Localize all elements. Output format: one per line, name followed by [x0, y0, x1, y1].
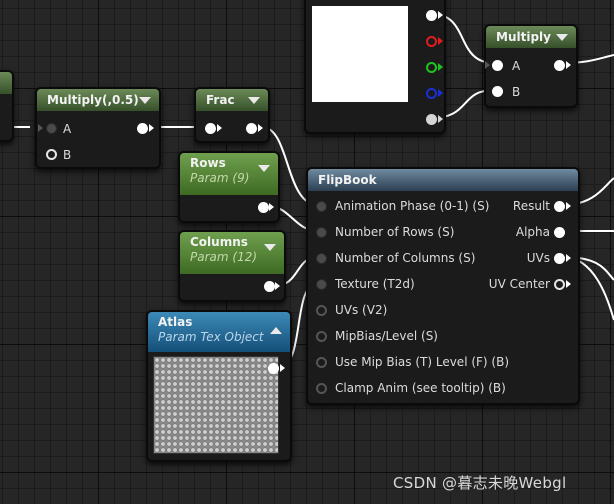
node-texture-sample[interactable] — [304, 0, 446, 134]
pin-output[interactable] — [268, 363, 279, 374]
pin-input-animation-phase[interactable] — [316, 201, 327, 212]
pin-output-a[interactable] — [426, 114, 437, 125]
node-param-atlas[interactable]: Atlas Param Tex Object — [146, 310, 292, 462]
input-label: MipBias/Level (S) — [335, 329, 438, 343]
output-label: UV Center — [488, 277, 550, 291]
pin-output-uvs[interactable] — [554, 253, 565, 264]
output-arrow-icon — [258, 124, 263, 132]
node-offscreen-left[interactable] — [0, 70, 14, 142]
pin-output[interactable] — [246, 123, 257, 134]
pin-input-texture[interactable] — [316, 279, 327, 290]
watermark-text: CSDN @暮志未晚Webgl — [393, 474, 567, 492]
output-arrow-icon — [438, 63, 443, 71]
pin-input-use-mip-bias[interactable] — [316, 357, 327, 368]
pin-output-uv-center[interactable] — [554, 279, 565, 290]
pin-label-a: A — [512, 59, 521, 73]
input-arrow-icon — [38, 124, 43, 132]
texture-preview-image — [153, 356, 279, 454]
collapse-arrow-icon[interactable] — [258, 165, 270, 172]
node-frac-header[interactable]: Frac — [196, 89, 268, 111]
input-label: Clamp Anim (see tooltip) (B) — [335, 381, 506, 395]
collapse-arrow-icon[interactable] — [264, 244, 276, 251]
node-param-columns[interactable]: Columns Param (12) — [178, 230, 286, 302]
node-multiply-header[interactable]: Multiply — [486, 26, 576, 48]
collapse-arrow-icon[interactable] — [270, 327, 282, 334]
collapse-arrow-icon[interactable] — [556, 34, 568, 41]
output-arrow-icon — [438, 11, 443, 19]
node-subtitle: Param (9) — [190, 171, 250, 185]
node-title: Multiply(,0.5) — [47, 93, 139, 107]
pin-input-a[interactable] — [492, 60, 503, 71]
node-flipbook[interactable]: FlipBook Animation Phase (0-1) (S) Numbe… — [306, 167, 580, 405]
node-offscreen-left-header — [0, 72, 12, 94]
output-label: Alpha — [515, 225, 550, 239]
pin-label-a: A — [63, 122, 72, 136]
pin-output-g[interactable] — [426, 62, 437, 73]
node-frac[interactable]: Frac — [194, 87, 270, 143]
input-arrow-icon — [485, 61, 490, 69]
collapse-arrow-icon[interactable] — [248, 97, 260, 104]
output-arrow-icon — [438, 115, 443, 123]
input-label: Use Mip Bias (T) Level (F) (B) — [335, 355, 510, 369]
pin-input-b[interactable] — [46, 149, 57, 160]
output-arrow-icon — [438, 37, 443, 45]
pin-input[interactable] — [205, 123, 216, 134]
pin-output[interactable] — [137, 123, 148, 134]
pin-input-clamp-anim[interactable] — [316, 383, 327, 394]
pin-label-b: B — [63, 148, 72, 162]
output-arrow-icon — [275, 282, 280, 290]
input-label: Texture (T2d) — [335, 277, 415, 291]
pin-input-number-of-columns[interactable] — [316, 253, 327, 264]
node-param-rows[interactable]: Rows Param (9) — [178, 151, 280, 223]
output-arrow-icon — [280, 364, 285, 372]
pin-output[interactable] — [264, 281, 275, 292]
pin-output-alpha[interactable] — [554, 227, 565, 238]
pin-input-mipbias[interactable] — [316, 331, 327, 342]
output-label: UVs — [526, 251, 550, 265]
node-param-rows-header[interactable]: Rows Param (9) — [180, 153, 278, 195]
node-title: Frac — [206, 93, 235, 107]
output-arrow-icon — [149, 124, 154, 132]
pin-output-result[interactable] — [554, 201, 565, 212]
pin-output-r[interactable] — [426, 36, 437, 47]
input-arrow-icon — [217, 124, 222, 132]
pin-label-b: B — [512, 85, 521, 99]
node-title: FlipBook — [318, 173, 377, 187]
output-arrow-icon — [269, 203, 274, 211]
input-label: UVs (V2) — [335, 303, 388, 317]
output-arrow-icon — [566, 254, 571, 262]
pin-input-b[interactable] — [492, 86, 503, 97]
output-arrow-icon — [438, 89, 443, 97]
output-arrow-icon — [566, 202, 571, 210]
node-param-columns-header[interactable]: Columns Param (12) — [180, 232, 284, 274]
node-param-atlas-header[interactable]: Atlas Param Tex Object — [148, 312, 290, 352]
output-arrow-icon — [566, 61, 571, 69]
pin-input-uvs[interactable] — [316, 305, 327, 316]
collapse-arrow-icon[interactable] — [139, 97, 151, 104]
input-label: Number of Rows (S) — [335, 225, 455, 239]
node-flipbook-header[interactable]: FlipBook — [308, 169, 578, 191]
node-multiply[interactable]: Multiply A B — [484, 24, 578, 108]
pin-output-b[interactable] — [426, 88, 437, 99]
node-title: Multiply — [496, 30, 551, 44]
node-subtitle: Param (12) — [190, 250, 258, 264]
input-label: Number of Columns (S) — [335, 251, 476, 265]
output-label: Result — [512, 199, 550, 213]
node-multiply-half-header[interactable]: Multiply(,0.5) — [37, 89, 159, 111]
pin-output-rgb[interactable] — [426, 10, 437, 21]
pin-output[interactable] — [258, 202, 269, 213]
output-arrow-icon — [566, 280, 571, 288]
texture-preview-swatch — [312, 6, 408, 102]
node-multiply-half[interactable]: Multiply(,0.5) A B — [35, 87, 161, 169]
input-label: Animation Phase (0-1) (S) — [335, 199, 490, 213]
pin-input-a[interactable] — [46, 123, 57, 134]
pin-output[interactable] — [554, 60, 565, 71]
pin-input-number-of-rows[interactable] — [316, 227, 327, 238]
